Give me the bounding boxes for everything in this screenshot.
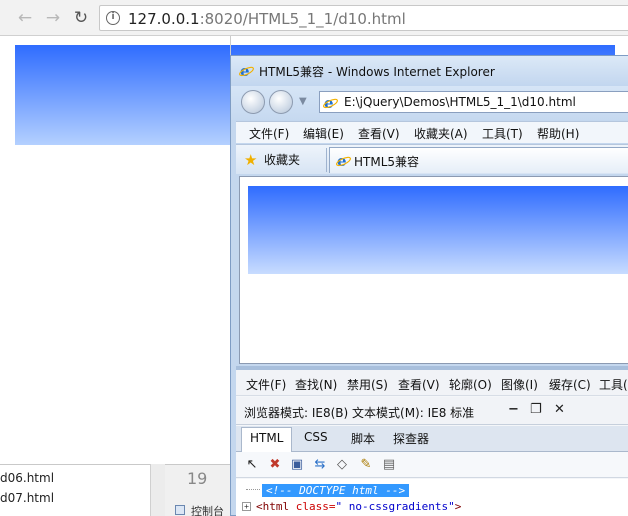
tab-html[interactable]: HTML xyxy=(241,427,293,452)
menu-favorites[interactable]: 收藏夹(A) xyxy=(414,125,468,142)
menu-file[interactable]: 文件(F) xyxy=(249,125,289,142)
dev-menu-cache[interactable]: 缓存(C) xyxy=(549,376,591,393)
star-icon[interactable]: ★ xyxy=(244,151,257,169)
developer-tools: 文件(F) 查找(N) 禁用(S) 查看(V) 轮廓(O) 图像(I) 缓存(C… xyxy=(236,370,628,516)
favorites-button[interactable]: 收藏夹 xyxy=(264,151,300,168)
ie-window: e HTML5兼容 - Windows Internet Explorer ▼ … xyxy=(230,55,628,516)
file-list-scrollbar[interactable] xyxy=(150,464,165,516)
dev-menu-disable[interactable]: 禁用(S) xyxy=(347,376,388,393)
dev-menu-outline[interactable]: 轮廓(O) xyxy=(449,376,492,393)
ie-tab[interactable]: e HTML5兼容 xyxy=(329,147,628,173)
tag-open: <html xyxy=(256,500,296,513)
refresh-icon[interactable]: ⇆ xyxy=(312,457,328,473)
favorites-separator xyxy=(326,148,327,172)
devtools-tabs: HTML CSS 脚本 探查器 xyxy=(236,426,628,452)
address-url: 127.0.0.1:8020/HTML5_1_1/d10.html xyxy=(128,10,406,28)
dev-menu-tools[interactable]: 工具( xyxy=(599,376,628,393)
menu-help[interactable]: 帮助(H) xyxy=(537,125,579,142)
menu-tools[interactable]: 工具(T) xyxy=(482,125,523,142)
editor-gutter: 19 控制台 xyxy=(165,464,235,516)
menu-edit[interactable]: 编辑(E) xyxy=(303,125,344,142)
url-host: 127.0.0.1 xyxy=(128,10,200,28)
history-dropdown-icon[interactable]: ▼ xyxy=(299,96,307,107)
line-number: 19 xyxy=(187,469,208,488)
forward-arrow-icon[interactable]: → xyxy=(43,8,63,28)
info-icon[interactable]: i xyxy=(106,11,120,25)
url-path: :8020/HTML5_1_1/d10.html xyxy=(199,10,406,28)
console-icon xyxy=(175,505,185,515)
dev-menu-find[interactable]: 查找(N) xyxy=(295,376,337,393)
address-bar[interactable]: i 127.0.0.1:8020/HTML5_1_1/d10.html xyxy=(99,5,628,31)
devtools-menu-bar: 文件(F) 查找(N) 禁用(S) 查看(V) 轮廓(O) 图像(I) 缓存(C… xyxy=(236,370,628,396)
ie-window-title: HTML5兼容 - Windows Internet Explorer xyxy=(259,65,495,79)
browser-document-mode[interactable]: 浏览器模式: IE8(B) 文本模式(M): IE8 标准 xyxy=(244,404,474,421)
ie-logo-icon: e xyxy=(239,63,254,78)
devtools-toolbar: ↖ ✖ ▣ ⇆ ◇ ✎ ▤ xyxy=(236,452,628,478)
save-icon[interactable]: ▣ xyxy=(289,457,305,473)
ie-favorites-bar: ★ 收藏夹 e HTML5兼容 xyxy=(236,144,628,174)
ie-address-bar[interactable]: e E:\jQuery\Demos\HTML5_1_1\d10.html xyxy=(319,91,628,113)
console-tab[interactable]: 控制台 xyxy=(191,503,224,516)
attr-value: " no-cssgradients" xyxy=(335,500,455,513)
ie-address-text: E:\jQuery\Demos\HTML5_1_1\d10.html xyxy=(344,95,576,109)
ie-address-row: ▼ e E:\jQuery\Demos\HTML5_1_1\d10.html xyxy=(231,86,628,120)
ie-page-gradient-box xyxy=(248,186,628,274)
ie-title-bar: e HTML5兼容 - Windows Internet Explorer xyxy=(231,56,628,86)
chrome-toolbar: ← → ↻ i 127.0.0.1:8020/HTML5_1_1/d10.htm… xyxy=(0,0,628,36)
file-item[interactable]: d06.html xyxy=(0,471,54,485)
ie-tab-title: HTML5兼容 xyxy=(354,155,420,169)
dom-tree: <!-- DOCTYPE html --> + <html class=" no… xyxy=(236,479,628,516)
edit-icon[interactable]: ✎ xyxy=(358,457,374,473)
back-arrow-icon[interactable]: ← xyxy=(15,8,35,28)
ie-tab-icon: e xyxy=(336,153,351,168)
clear-icon[interactable]: ✖ xyxy=(267,457,283,473)
close-icon[interactable]: ✕ xyxy=(554,402,565,417)
dev-menu-images[interactable]: 图像(I) xyxy=(501,376,538,393)
ie-menu-bar: 文件(F) 编辑(E) 查看(V) 收藏夹(A) 工具(T) 帮助(H) xyxy=(236,121,628,143)
tab-script[interactable]: 脚本 xyxy=(351,430,375,447)
dev-menu-view[interactable]: 查看(V) xyxy=(398,376,440,393)
menu-view[interactable]: 查看(V) xyxy=(358,125,400,142)
tag-close: > xyxy=(454,500,462,513)
minimize-icon[interactable]: − xyxy=(508,402,519,417)
dom-icon[interactable]: ◇ xyxy=(334,457,350,473)
tree-node-doctype[interactable]: <!-- DOCTYPE html --> xyxy=(262,484,410,497)
dev-menu-file[interactable]: 文件(F) xyxy=(246,376,286,393)
tab-profiler[interactable]: 探查器 xyxy=(393,430,429,447)
word-wrap-icon[interactable]: ▤ xyxy=(381,457,397,473)
devtools-mode-bar: 浏览器模式: IE8(B) 文本模式(M): IE8 标准 − ❐ ✕ xyxy=(236,397,628,425)
restore-icon[interactable]: ❐ xyxy=(530,402,542,417)
tab-css[interactable]: CSS xyxy=(304,430,328,444)
tree-connector xyxy=(246,489,260,490)
expand-icon[interactable]: + xyxy=(242,502,251,511)
ie-page-viewport xyxy=(239,176,628,364)
tree-node-html[interactable]: <html class=" no-cssgradients"> xyxy=(256,500,461,513)
file-item[interactable]: d07.html xyxy=(0,491,54,505)
ie-page-icon: e xyxy=(323,95,338,110)
attr-name: class= xyxy=(295,500,336,513)
select-element-icon[interactable]: ↖ xyxy=(244,457,260,473)
ie-back-button[interactable] xyxy=(241,90,265,114)
ie-forward-button[interactable] xyxy=(269,90,293,114)
file-list: d06.html d07.html xyxy=(0,464,165,516)
reload-icon[interactable]: ↻ xyxy=(71,8,91,28)
